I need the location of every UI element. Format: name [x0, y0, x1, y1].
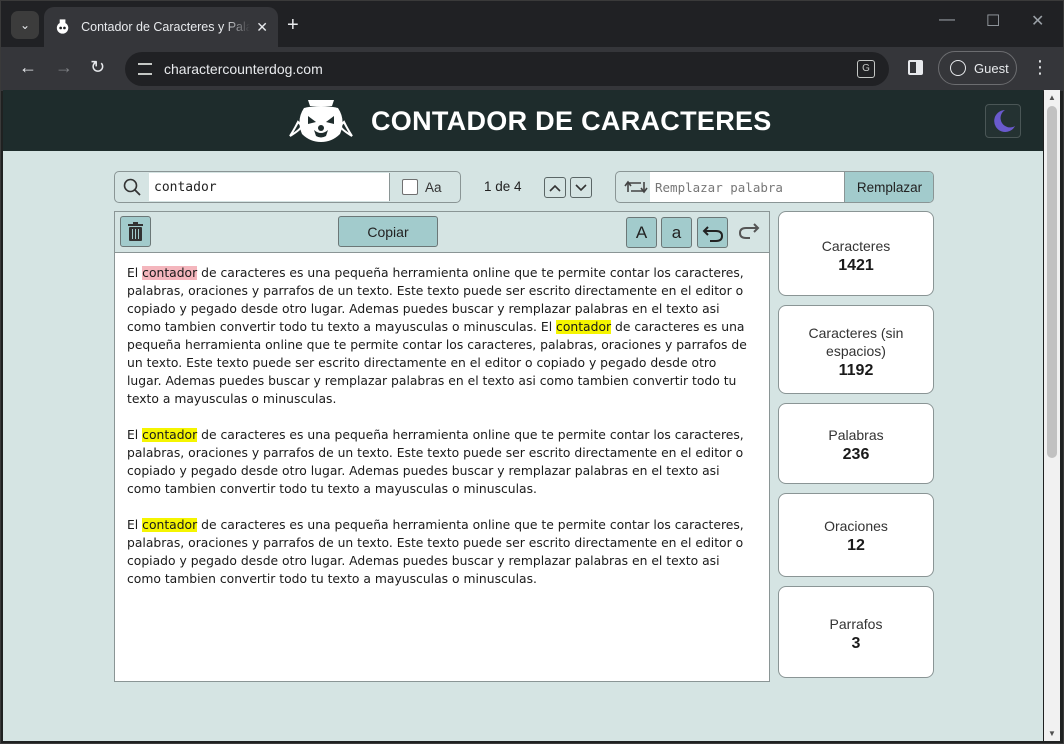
browser-menu-icon[interactable]: ⋮ — [1031, 57, 1049, 78]
text-segment: de caracteres es una pequeña herramienta… — [127, 428, 744, 496]
stat-value: 1192 — [838, 362, 874, 379]
site-header: CONTADOR DE CARACTERES — [3, 90, 1043, 151]
next-match-button[interactable] — [570, 177, 592, 198]
undo-icon — [702, 225, 723, 242]
profile-label: Guest — [974, 60, 1009, 76]
search-match: contador — [142, 518, 198, 532]
page-content: CONTADOR DE CARACTERES Aa 1 de 4 Rempl — [3, 90, 1043, 741]
match-case-checkbox[interactable] — [402, 179, 418, 195]
editor-paragraph: El contador de caracteres es una pequeña… — [127, 426, 751, 498]
editor-paragraph: El contador de caracteres es una pequeña… — [127, 516, 751, 588]
stat-card-paragraphs: Parrafos 3 — [778, 586, 934, 678]
address-bar[interactable]: charactercounterdog.com G — [125, 52, 889, 86]
url-text: charactercounterdog.com — [164, 61, 323, 77]
editor-toolbar: Copiar A a — [115, 212, 769, 253]
match-counter: 1 de 4 — [484, 179, 522, 194]
maximize-icon[interactable]: ☐ — [986, 11, 1000, 31]
match-case-label: Aa — [425, 180, 442, 195]
chevron-up-icon — [549, 184, 561, 192]
current-search-match: contador — [142, 266, 198, 280]
lowercase-button[interactable]: a — [661, 217, 692, 248]
uppercase-button[interactable]: A — [626, 217, 657, 248]
editor-text-area[interactable]: El contador de caracteres es una pequeña… — [127, 264, 751, 606]
tab-title: Contador de Caracteres y Palab — [81, 20, 251, 34]
trash-icon — [128, 222, 143, 241]
page-scrollbar[interactable]: ▲ ▼ — [1044, 90, 1060, 741]
previous-match-button[interactable] — [544, 177, 566, 198]
search-icon — [123, 178, 141, 196]
replace-box: Remplazar — [615, 171, 934, 203]
browser-toolbar: ← → ↻ charactercounterdog.com G Guest ⋮ — [1, 47, 1063, 91]
replace-button[interactable]: Remplazar — [844, 172, 933, 202]
stat-value: 1421 — [838, 257, 874, 274]
editor-paragraph: El contador de caracteres es una pequeña… — [127, 264, 751, 408]
search-match: contador — [556, 320, 612, 334]
dog-logo-icon — [289, 100, 353, 142]
replace-input[interactable] — [650, 172, 844, 202]
text-editor: Copiar A a El contador de caracteres es … — [114, 211, 770, 682]
stat-value: 236 — [842, 446, 870, 463]
stat-card-sentences: Oraciones 12 — [778, 493, 934, 577]
back-icon[interactable]: ← — [19, 57, 37, 78]
undo-button[interactable] — [697, 217, 728, 248]
moon-icon — [994, 110, 1015, 132]
new-tab-icon[interactable]: + — [287, 14, 299, 37]
stat-card-words: Palabras 236 — [778, 403, 934, 484]
search-match: contador — [142, 428, 198, 442]
site-title: CONTADOR DE CARACTERES — [371, 106, 772, 136]
window-close-icon[interactable]: ✕ — [1031, 11, 1044, 31]
redo-icon[interactable] — [736, 220, 762, 242]
browser-tab-active[interactable]: Contador de Caracteres y Palab ✕ — [44, 7, 278, 47]
swap-icon — [624, 180, 648, 194]
profile-avatar-icon — [950, 60, 966, 76]
stat-card-characters: Caracteres 1421 — [778, 211, 934, 296]
stat-label: Caracteres — [821, 238, 891, 254]
text-segment: de caracteres es una pequeña herramienta… — [127, 518, 744, 586]
site-info-icon[interactable] — [138, 63, 152, 75]
minimize-icon[interactable]: — — [939, 11, 955, 29]
stat-label: Parrafos — [829, 616, 883, 632]
scroll-up-icon[interactable]: ▲ — [1048, 93, 1056, 102]
scroll-down-icon[interactable]: ▼ — [1048, 729, 1056, 738]
site-favicon-icon — [56, 19, 69, 34]
theme-toggle-button[interactable] — [985, 104, 1021, 138]
scrollbar-thumb[interactable] — [1047, 106, 1057, 458]
profile-button[interactable]: Guest — [938, 51, 1017, 85]
stat-label: Palabras — [828, 427, 884, 443]
tab-search-button[interactable]: ⌄ — [11, 11, 39, 39]
text-segment: El — [127, 518, 143, 532]
forward-icon[interactable]: → — [55, 57, 73, 78]
search-input[interactable] — [149, 173, 390, 201]
search-box: Aa — [114, 171, 461, 203]
side-panel-icon[interactable] — [908, 60, 923, 75]
stat-label: Caracteres (sin espacios) — [808, 325, 904, 359]
stat-label: Oraciones — [824, 518, 888, 534]
tab-strip: ⌄ Contador de Caracteres y Palab ✕ + — ☐… — [1, 1, 1063, 47]
tab-close-icon[interactable]: ✕ — [256, 19, 268, 36]
stat-value: 12 — [847, 537, 865, 554]
chevron-down-icon — [575, 183, 587, 191]
stat-card-characters-no-spaces: Caracteres (sin espacios) 1192 — [778, 305, 934, 394]
text-segment: El — [127, 266, 143, 280]
copy-button[interactable]: Copiar — [338, 216, 438, 247]
stat-value: 3 — [851, 635, 861, 652]
reload-icon[interactable]: ↻ — [90, 57, 105, 78]
clear-text-button[interactable] — [120, 216, 151, 247]
translate-icon[interactable]: G — [857, 60, 875, 78]
text-segment: El — [127, 428, 143, 442]
